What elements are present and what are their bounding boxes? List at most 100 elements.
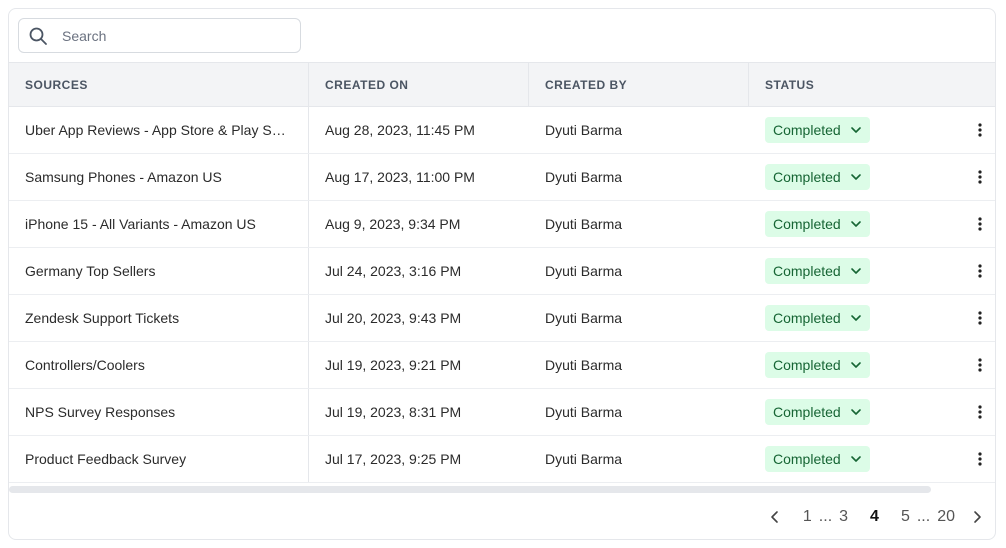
- status-dropdown[interactable]: Completed: [765, 352, 870, 378]
- status-dropdown[interactable]: Completed: [765, 164, 870, 190]
- created-by-cell: Dyuti Barma: [545, 404, 623, 420]
- source-cell[interactable]: Zendesk Support Tickets: [9, 295, 309, 341]
- horizontal-scrollbar[interactable]: [9, 486, 931, 493]
- status-label: Completed: [773, 169, 841, 185]
- status-dropdown[interactable]: Completed: [765, 117, 870, 143]
- status-label: Completed: [773, 404, 841, 420]
- more-vertical-icon[interactable]: [977, 451, 983, 467]
- created-on-cell: Jul 24, 2023, 3:16 PM: [325, 263, 462, 279]
- source-cell[interactable]: iPhone 15 - All Variants - Amazon US: [9, 201, 309, 247]
- pagination: 1 ... 3 4 5 ... 20: [767, 505, 985, 529]
- table-row[interactable]: Samsung Phones - Amazon US Aug 17, 2023, …: [9, 154, 995, 201]
- source-cell[interactable]: Product Feedback Survey: [9, 436, 309, 482]
- created-on-cell: Jul 19, 2023, 9:21 PM: [325, 357, 462, 373]
- source-name: Uber App Reviews - App Store & Play Stor…: [25, 122, 289, 138]
- source-name: NPS Survey Responses: [25, 404, 176, 420]
- created-by-cell: Dyuti Barma: [545, 216, 623, 232]
- chevron-down-icon: [850, 174, 861, 180]
- chevron-left-icon[interactable]: [767, 509, 783, 525]
- search-icon: [29, 27, 47, 45]
- table-row[interactable]: Germany Top Sellers Jul 24, 2023, 3:16 PM…: [9, 248, 995, 295]
- more-vertical-icon[interactable]: [977, 216, 983, 232]
- column-header-created-on[interactable]: CREATED ON: [309, 63, 529, 106]
- chevron-down-icon: [850, 127, 861, 133]
- more-vertical-icon[interactable]: [977, 122, 983, 138]
- created-on-cell: Aug 28, 2023, 11:45 PM: [325, 122, 475, 138]
- status-dropdown[interactable]: Completed: [765, 446, 870, 472]
- status-label: Completed: [773, 122, 841, 138]
- created-on-cell: Jul 17, 2023, 9:25 PM: [325, 451, 462, 467]
- created-by-cell: Dyuti Barma: [545, 451, 623, 467]
- more-vertical-icon[interactable]: [977, 357, 983, 373]
- sources-panel: SOURCES CREATED ON CREATED BY STATUS Ube…: [8, 8, 996, 540]
- sources-table: SOURCES CREATED ON CREATED BY STATUS Ube…: [9, 62, 995, 483]
- page-ellipsis: ...: [818, 508, 833, 525]
- chevron-down-icon: [850, 456, 861, 462]
- table-row[interactable]: NPS Survey Responses Jul 19, 2023, 8:31 P…: [9, 389, 995, 436]
- more-vertical-icon[interactable]: [977, 263, 983, 279]
- status-cell: Completed: [749, 154, 995, 200]
- more-vertical-icon[interactable]: [977, 169, 983, 185]
- column-header-status[interactable]: STATUS: [749, 63, 995, 106]
- table-row[interactable]: Uber App Reviews - App Store & Play Stor…: [9, 107, 995, 154]
- chevron-down-icon: [850, 268, 861, 274]
- table-row[interactable]: iPhone 15 - All Variants - Amazon US Aug …: [9, 201, 995, 248]
- table-body: Uber App Reviews - App Store & Play Stor…: [9, 107, 995, 483]
- created-on-cell: Jul 20, 2023, 9:43 PM: [325, 310, 462, 326]
- column-header-created-by[interactable]: CREATED BY: [529, 63, 749, 106]
- status-cell: Completed: [749, 248, 995, 294]
- status-cell: Completed: [749, 436, 995, 482]
- source-cell[interactable]: Germany Top Sellers: [9, 248, 309, 294]
- status-cell: Completed: [749, 295, 995, 341]
- status-cell: Completed: [749, 201, 995, 247]
- created-by-cell: Dyuti Barma: [545, 310, 623, 326]
- status-cell: Completed: [749, 389, 995, 435]
- created-by-cell: Dyuti Barma: [545, 263, 623, 279]
- created-on-cell: Aug 9, 2023, 9:34 PM: [325, 216, 461, 232]
- chevron-right-icon[interactable]: [969, 509, 985, 525]
- page-5[interactable]: 5: [895, 508, 916, 526]
- status-cell: Completed: [749, 107, 995, 153]
- created-on-cell: Aug 17, 2023, 11:00 PM: [325, 169, 475, 185]
- status-dropdown[interactable]: Completed: [765, 399, 870, 425]
- status-dropdown[interactable]: Completed: [765, 305, 870, 331]
- chevron-down-icon: [850, 362, 861, 368]
- created-on-cell: Jul 19, 2023, 8:31 PM: [325, 404, 462, 420]
- page-3[interactable]: 3: [833, 508, 854, 526]
- source-name: Zendesk Support Tickets: [25, 310, 180, 326]
- page-1[interactable]: 1: [797, 508, 818, 526]
- table-row[interactable]: Controllers/Coolers Jul 19, 2023, 9:21 PM…: [9, 342, 995, 389]
- table-row[interactable]: Product Feedback Survey Jul 17, 2023, 9:2…: [9, 436, 995, 483]
- chevron-down-icon: [850, 221, 861, 227]
- page-20[interactable]: 20: [931, 508, 961, 526]
- source-name: Samsung Phones - Amazon US: [25, 169, 222, 185]
- source-name: Product Feedback Survey: [25, 451, 187, 467]
- source-cell[interactable]: Uber App Reviews - App Store & Play Stor…: [9, 107, 309, 153]
- source-cell[interactable]: NPS Survey Responses: [9, 389, 309, 435]
- more-vertical-icon[interactable]: [977, 310, 983, 326]
- status-label: Completed: [773, 451, 841, 467]
- status-label: Completed: [773, 310, 841, 326]
- status-label: Completed: [773, 357, 841, 373]
- created-by-cell: Dyuti Barma: [545, 169, 623, 185]
- created-by-cell: Dyuti Barma: [545, 122, 623, 138]
- created-by-cell: Dyuti Barma: [545, 357, 623, 373]
- status-dropdown[interactable]: Completed: [765, 258, 870, 284]
- table-row[interactable]: Zendesk Support Tickets Jul 20, 2023, 9:4…: [9, 295, 995, 342]
- source-cell[interactable]: Controllers/Coolers: [9, 342, 309, 388]
- status-cell: Completed: [749, 342, 995, 388]
- status-label: Completed: [773, 263, 841, 279]
- page-4-current[interactable]: 4: [864, 508, 885, 526]
- status-label: Completed: [773, 216, 841, 232]
- search-input[interactable]: [60, 19, 284, 52]
- source-cell[interactable]: Samsung Phones - Amazon US: [9, 154, 309, 200]
- more-vertical-icon[interactable]: [977, 404, 983, 420]
- chevron-down-icon: [850, 315, 861, 321]
- table-header: SOURCES CREATED ON CREATED BY STATUS: [9, 62, 995, 107]
- page-ellipsis: ...: [916, 508, 931, 525]
- source-name: Germany Top Sellers: [25, 263, 156, 279]
- status-dropdown[interactable]: Completed: [765, 211, 870, 237]
- column-header-sources[interactable]: SOURCES: [9, 63, 309, 106]
- search-box[interactable]: [18, 18, 301, 53]
- source-name: iPhone 15 - All Variants - Amazon US: [25, 216, 256, 232]
